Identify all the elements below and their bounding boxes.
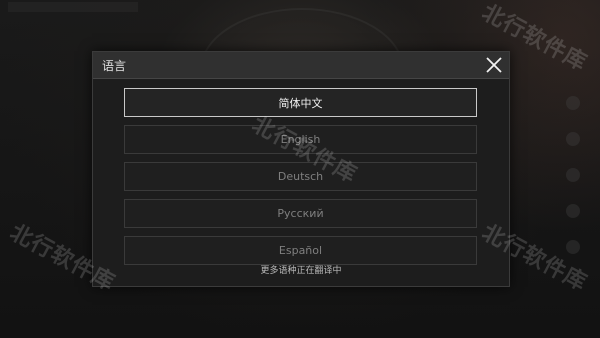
- language-option-russian[interactable]: Русский: [124, 199, 477, 228]
- dialog-title: 语言: [102, 59, 127, 73]
- language-option-simplified-chinese[interactable]: 简体中文: [124, 88, 477, 117]
- close-icon: [486, 57, 502, 73]
- language-option-english[interactable]: English: [124, 125, 477, 154]
- language-dialog: 语言 简体中文 English Deutsch Русский Español …: [92, 51, 510, 287]
- background-header-strip: [8, 2, 138, 12]
- side-icon: [566, 240, 580, 254]
- side-icon: [566, 132, 580, 146]
- language-option-german[interactable]: Deutsch: [124, 162, 477, 191]
- background-side-icons: [562, 96, 586, 276]
- side-icon: [566, 168, 580, 182]
- side-icon: [566, 96, 580, 110]
- language-list: 简体中文 English Deutsch Русский Español: [124, 88, 477, 273]
- close-button[interactable]: [483, 54, 505, 76]
- more-languages-note: 更多语种正在翻译中: [260, 266, 342, 276]
- side-icon: [566, 204, 580, 218]
- dialog-header: 语言: [93, 52, 509, 79]
- language-option-spanish[interactable]: Español: [124, 236, 477, 265]
